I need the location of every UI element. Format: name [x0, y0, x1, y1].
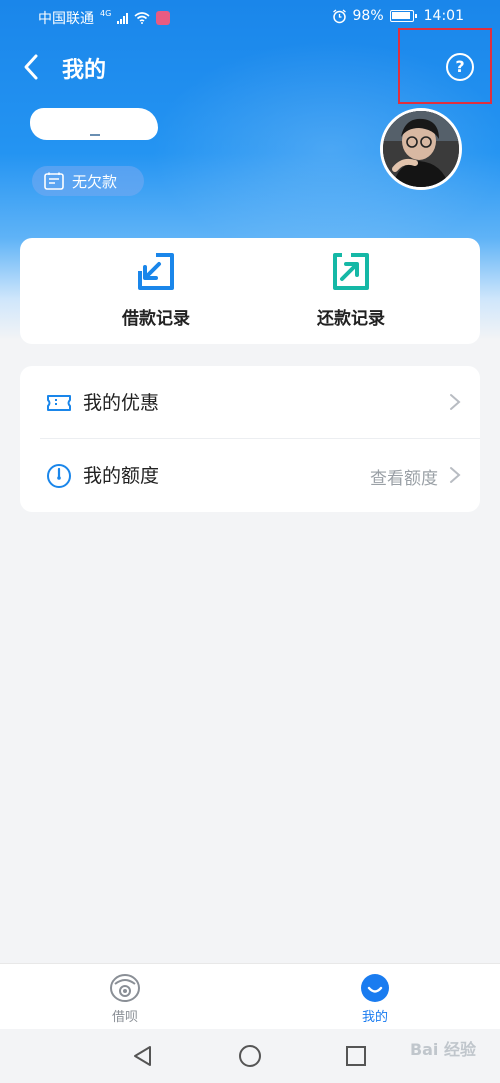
watermark-logo: Bai 经验 — [409, 1040, 476, 1059]
home-circle-icon[interactable] — [237, 1043, 263, 1069]
tab-mine-label: 我的 — [361, 1010, 388, 1025]
chevron-right-icon — [450, 394, 461, 410]
avatar[interactable] — [380, 108, 462, 190]
debt-status-badge: 无欠款 — [32, 166, 144, 196]
chevron-right-icon — [450, 467, 461, 483]
tab-borrow-label: 借呗 — [111, 1010, 138, 1025]
back-triangle-icon[interactable] — [130, 1043, 156, 1069]
smile-tab-icon — [361, 974, 389, 1002]
borrow-tab-icon — [110, 974, 140, 1002]
repay-records-button[interactable]: 还款记录 — [271, 252, 431, 329]
borrow-records-label: 借款记录 — [122, 309, 190, 329]
menu-item-coupons[interactable]: 我的优惠 — [20, 366, 480, 438]
signal-icon — [117, 12, 129, 24]
battery-icon — [389, 10, 417, 22]
coupons-label: 我的优惠 — [83, 392, 160, 414]
bottom-tab-bar: 借呗 我的 — [0, 963, 500, 1029]
question-mark-icon: ? — [455, 57, 465, 76]
page-title: 我的 — [62, 58, 107, 83]
help-highlight-box — [398, 28, 492, 104]
menu-card: 我的优惠 我的额度 查看额度 — [20, 366, 480, 512]
gauge-icon — [47, 464, 71, 488]
borrow-record-icon — [138, 253, 174, 290]
recents-square-icon[interactable] — [343, 1043, 369, 1069]
back-arrow-icon[interactable] — [18, 50, 48, 84]
username-redacted — [30, 108, 158, 140]
help-button[interactable]: ? — [446, 53, 474, 81]
clock: 14:01 — [423, 8, 464, 24]
borrow-records-button[interactable]: 借款记录 — [76, 252, 236, 329]
repay-record-icon — [333, 253, 369, 290]
quota-label: 我的额度 — [83, 465, 160, 487]
alarm-icon — [332, 8, 346, 23]
tab-mine[interactable]: 我的 — [335, 972, 415, 1025]
app-notification-icon — [156, 11, 171, 25]
records-card: 借款记录 还款记录 — [20, 238, 480, 344]
repay-records-label: 还款记录 — [317, 309, 385, 329]
quota-hint: 查看额度 — [370, 469, 438, 489]
tab-borrow[interactable]: 借呗 — [85, 972, 165, 1025]
menu-item-quota[interactable]: 我的额度 查看额度 — [20, 439, 480, 511]
carrier-label: 中国联通 — [38, 11, 94, 27]
bill-icon — [44, 172, 64, 190]
network-label: 4G — [100, 8, 112, 18]
coupon-icon — [47, 395, 71, 411]
wifi-icon — [134, 12, 150, 24]
debt-status-text: 无欠款 — [72, 172, 118, 191]
battery-percent: 98% — [352, 8, 384, 24]
